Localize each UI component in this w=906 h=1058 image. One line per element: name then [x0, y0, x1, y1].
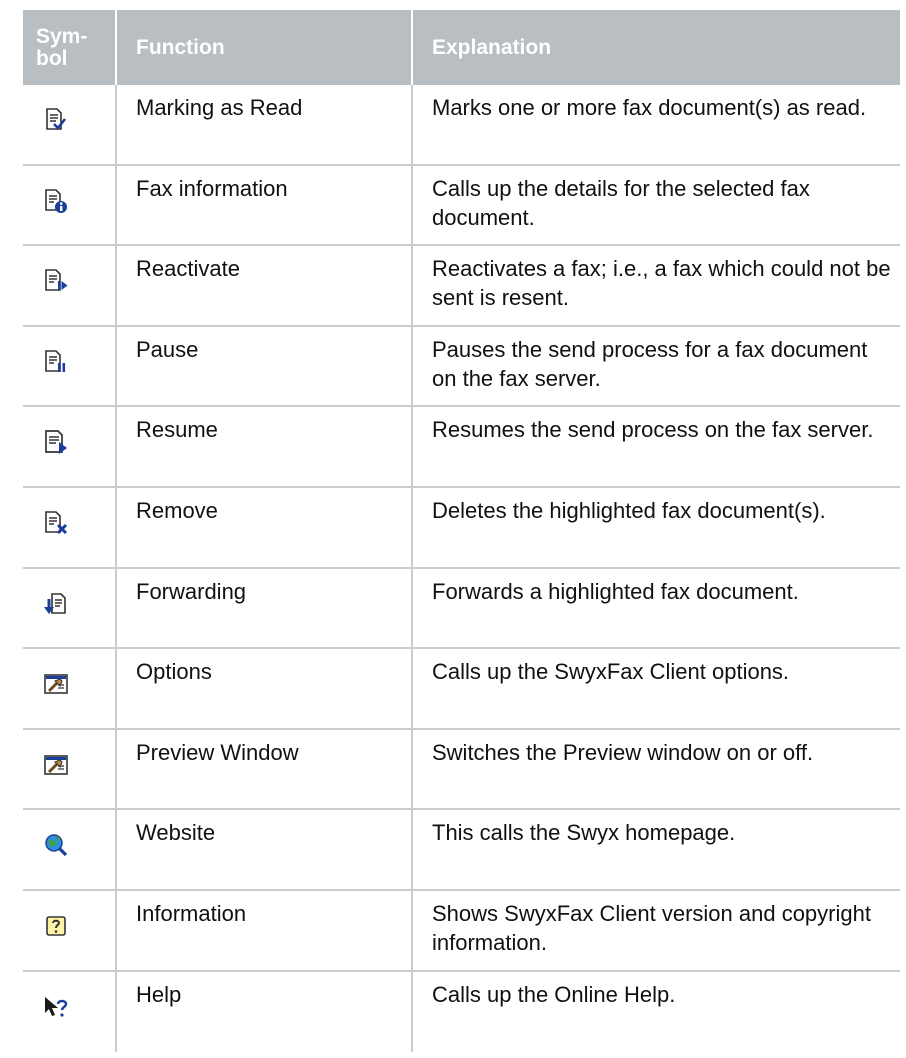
table-row: Fax information Calls up the details for… [23, 165, 900, 247]
function-label: Pause [117, 326, 413, 406]
explanation-text: This calls the Swyx homepage. [432, 820, 736, 846]
table-row: Marking as Read Marks one or more fax do… [23, 85, 900, 166]
function-label: Fax information [117, 165, 413, 245]
information-icon [23, 890, 117, 970]
reactivate-icon [23, 246, 117, 325]
table-row: Pause Pauses the send process for a fax … [23, 326, 900, 408]
function-label: Website [117, 810, 413, 889]
header-explanation: Explanation [432, 35, 552, 59]
preview-window-icon [23, 729, 117, 809]
function-label: Help [117, 971, 413, 1053]
table-row: Remove Deletes the highlighted fax docum… [23, 487, 900, 569]
table-row: Website This calls the Swyx homepage. [23, 810, 900, 891]
table-row: Reactivate Reactivates a fax; i.e., a fa… [23, 246, 900, 327]
function-label: Reactivate [117, 246, 413, 325]
table-row: Help Calls up the Online Help. [23, 971, 900, 1053]
function-label: Remove [117, 487, 413, 567]
explanation-text: Pauses the send process for a fax docume… [432, 336, 868, 391]
pause-icon [23, 326, 117, 406]
explanation-text: Calls up the details for the selected fa… [432, 175, 810, 230]
header-function: Function [117, 10, 413, 85]
function-label: Resume [117, 407, 413, 486]
table-row: Options Calls up the SwyxFax Client opti… [23, 649, 900, 730]
help-icon [23, 971, 117, 1053]
table-header: Sym- bol Function Explanation [23, 10, 900, 85]
explanation-text: Deletes the highlighted fax document(s). [432, 497, 826, 523]
forwarding-icon [23, 568, 117, 648]
mark-read-icon [23, 85, 117, 164]
remove-icon [23, 487, 117, 567]
website-icon [23, 810, 117, 889]
function-label: Forwarding [117, 568, 413, 648]
explanation-text: Calls up the Online Help. [432, 981, 676, 1007]
explanation-text: Switches the Preview window on or off. [432, 739, 814, 765]
function-label: Preview Window [117, 729, 413, 809]
function-label: Marking as Read [117, 85, 413, 164]
fax-info-icon [23, 165, 117, 245]
explanation-text: Reactivates a fax; i.e., a fax which cou… [432, 256, 891, 311]
explanation-text: Shows SwyxFax Client version and copyrig… [432, 900, 871, 955]
table-row: Information Shows SwyxFax Client version… [23, 890, 900, 972]
symbol-table: Sym- bol Function Explanation Marking as… [23, 10, 900, 1053]
options-icon [23, 649, 117, 728]
table-row: Resume Resumes the send process on the f… [23, 407, 900, 488]
explanation-text: Marks one or more fax document(s) as rea… [432, 95, 867, 120]
header-symbol: Sym- bol [23, 10, 117, 85]
table-row: Forwarding Forwards a highlighted fax do… [23, 568, 900, 650]
function-label: Options [117, 649, 413, 728]
explanation-text: Forwards a highlighted fax document. [432, 578, 799, 604]
explanation-text: Calls up the SwyxFax Client options. [432, 659, 790, 685]
table-row: Preview Window Switches the Preview wind… [23, 729, 900, 811]
function-label: Information [117, 890, 413, 970]
resume-icon [23, 407, 117, 486]
explanation-text: Resumes the send process on the fax serv… [432, 417, 874, 443]
